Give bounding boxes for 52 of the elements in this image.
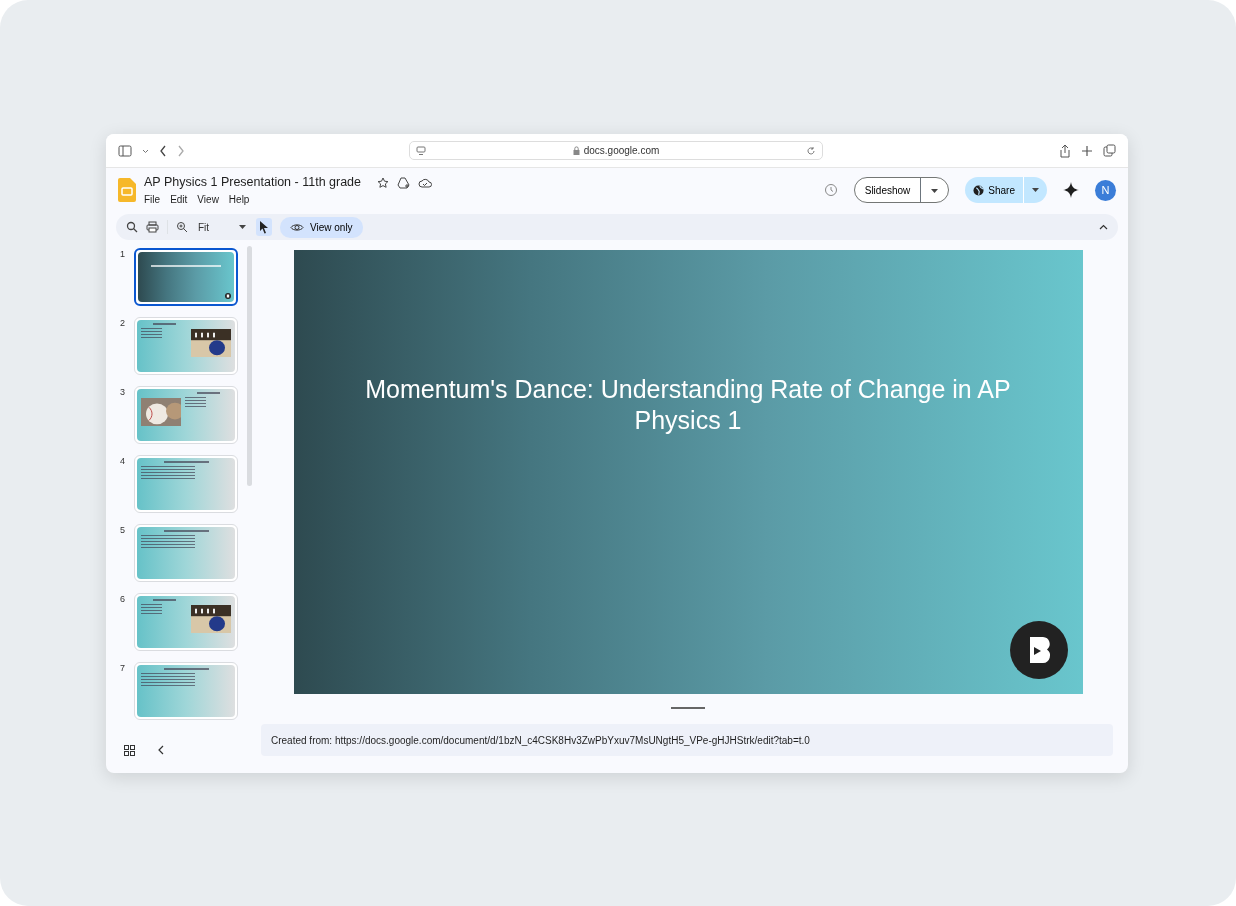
lock-icon (572, 146, 580, 155)
back-icon[interactable] (159, 144, 167, 157)
tabs-icon[interactable] (1103, 144, 1116, 157)
zoom-dropdown[interactable]: Fit (196, 217, 248, 237)
logo-icon (225, 293, 231, 299)
menu-item[interactable]: View (197, 191, 219, 207)
chevron-down-icon[interactable] (142, 147, 149, 154)
history-icon[interactable] (823, 183, 838, 197)
caret-icon (1032, 188, 1039, 192)
resize-handle[interactable] (671, 707, 705, 709)
page-icon (416, 145, 426, 156)
avatar[interactable]: N (1095, 179, 1116, 201)
slide-number: 3 (120, 386, 126, 399)
menu-item[interactable]: Edit (170, 191, 188, 207)
document-title: AP Physics 1 Presentation - 11th grade (144, 174, 362, 192)
sidebar-icon[interactable] (118, 144, 132, 157)
collapse-icon[interactable] (157, 745, 164, 755)
eye-icon (290, 222, 304, 232)
menu-item[interactable]: File (144, 191, 161, 207)
search-icon[interactable] (126, 221, 138, 233)
drive-add-icon[interactable] (397, 176, 411, 189)
plus-icon[interactable] (1081, 144, 1093, 157)
address-bar[interactable]: docs.google.com (409, 141, 823, 160)
sparkle-icon[interactable] (1063, 182, 1079, 198)
caret-icon (239, 225, 246, 229)
slide-number: 4 (120, 455, 126, 468)
grid-view-icon[interactable] (124, 744, 135, 756)
speaker-notes: Created from: https://docs.google.com/document/d/1bzN_c4CSK8Hv3ZwPbYxuv7MsUNgtH5_VPe-gHJHStrk/edit?tab=t.0 (261, 724, 1113, 756)
chevron-up-icon[interactable] (1099, 224, 1108, 230)
slide-thumbnail[interactable] (134, 248, 238, 306)
print-icon[interactable] (146, 221, 159, 233)
slide-number: 5 (120, 524, 126, 537)
caret-icon (931, 188, 939, 193)
reload-icon[interactable] (806, 145, 816, 156)
slide-number: 7 (120, 662, 126, 675)
share-icon[interactable] (1059, 143, 1071, 158)
slides-logo-icon (118, 178, 136, 202)
pointer-tool[interactable] (256, 218, 272, 236)
menu-item[interactable]: Help (228, 191, 250, 207)
logo-icon[interactable] (1009, 621, 1068, 679)
slide-number: 1 (120, 248, 126, 261)
star-icon[interactable] (377, 176, 390, 189)
slide-title: Momentum's Dance: Understanding Rate of Change in AP Physics 1 (364, 374, 1012, 437)
slide-number: 6 (120, 593, 126, 606)
view-only-button[interactable]: View only (280, 216, 363, 238)
slide-number: 2 (120, 317, 126, 330)
globe-icon (973, 184, 985, 196)
cloud-icon[interactable] (418, 177, 433, 188)
pointer-icon (258, 220, 270, 234)
zoom-icon[interactable] (176, 221, 188, 233)
address-text: docs.google.com (583, 144, 660, 158)
scrollbar[interactable] (247, 246, 252, 486)
